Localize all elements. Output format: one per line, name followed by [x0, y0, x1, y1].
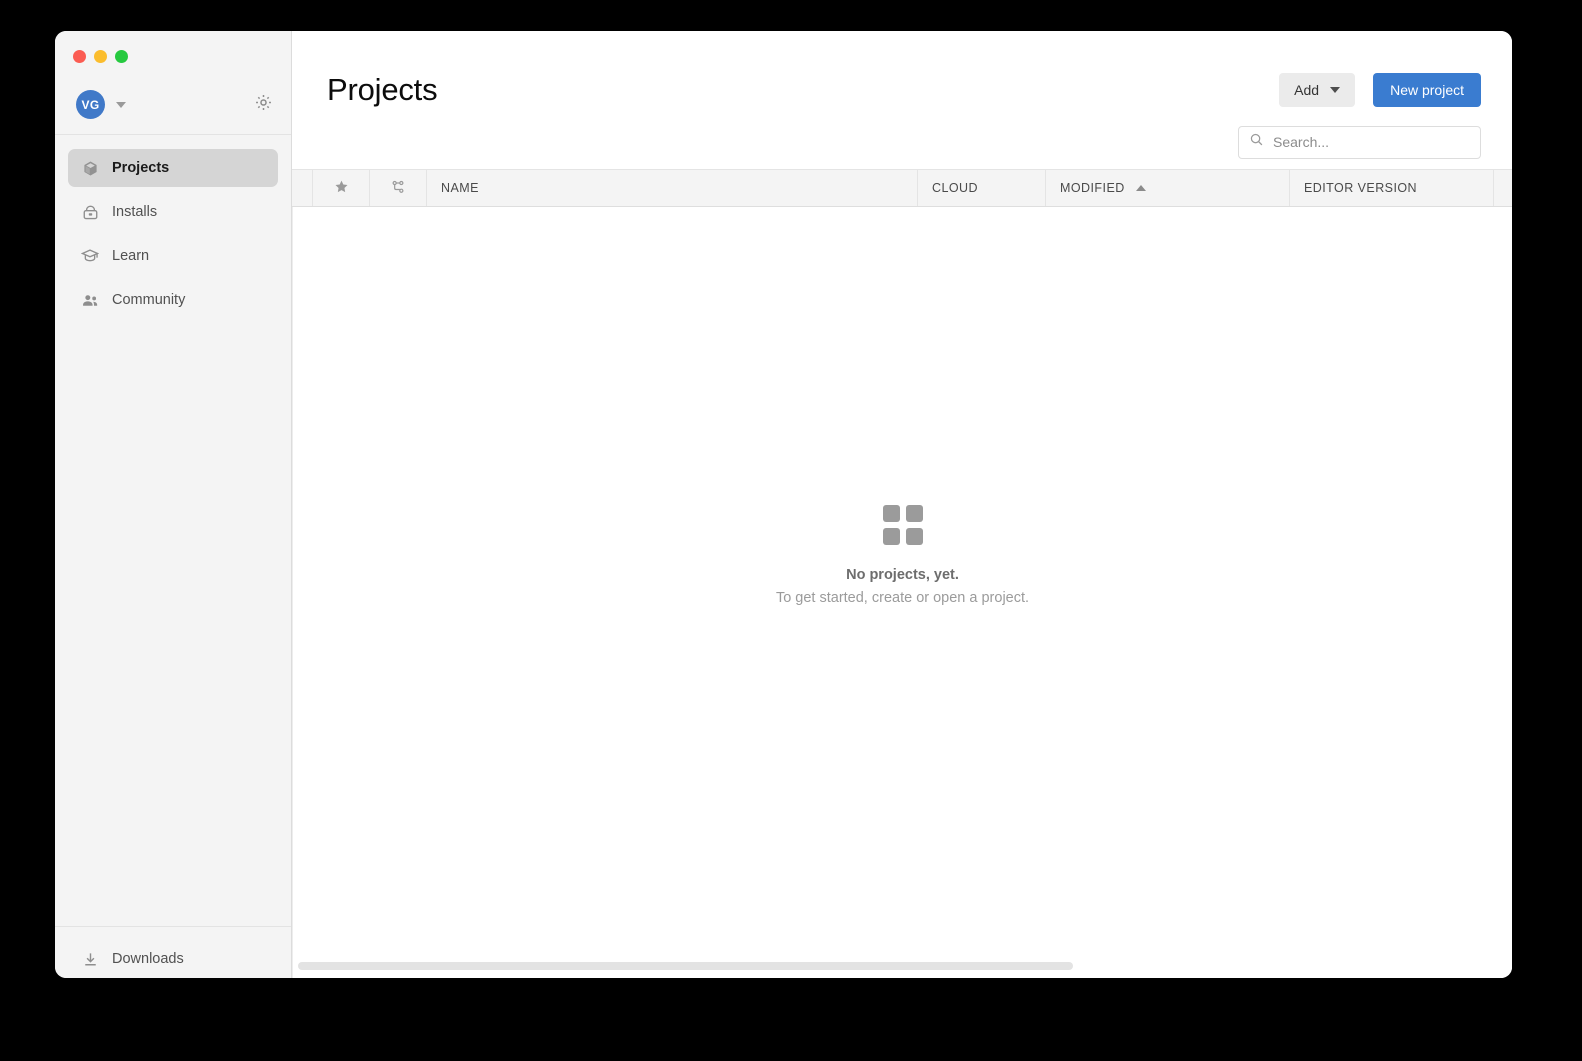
table-header-modified[interactable]: MODIFIED	[1046, 170, 1290, 206]
new-project-button[interactable]: New project	[1373, 72, 1481, 107]
sidebar-item-label: Projects	[112, 160, 170, 176]
star-icon	[334, 179, 349, 197]
sidebar-item-label: Community	[112, 292, 186, 308]
horizontal-scrollbar[interactable]	[298, 962, 1073, 970]
add-button-label: Add	[1294, 81, 1320, 98]
people-icon	[80, 291, 100, 310]
grid-cell	[882, 528, 900, 545]
table-header-modified-label: MODIFIED	[1060, 181, 1125, 195]
sidebar-item-installs[interactable]: Installs	[68, 193, 278, 231]
page-title: Projects	[327, 71, 438, 107]
gear-icon[interactable]	[254, 93, 273, 117]
search-box[interactable]	[1238, 125, 1481, 159]
empty-state: No projects, yet. To get started, create…	[293, 505, 1512, 606]
account-row: VG	[55, 75, 291, 135]
sidebar-nav: Projects Installs Learn Community	[55, 135, 291, 325]
sidebar-item-community[interactable]: Community	[68, 281, 278, 319]
table-header-name[interactable]: NAME	[427, 170, 918, 206]
sidebar-item-label: Learn	[112, 248, 150, 264]
table-header-cloud[interactable]: CLOUD	[918, 170, 1046, 206]
empty-state-subtitle: To get started, create or open a project…	[775, 590, 1030, 606]
projects-table-header: NAME CLOUD MODIFIED EDITOR VERSION	[292, 169, 1512, 207]
cube-icon	[80, 160, 100, 177]
grid-2x2-icon	[882, 505, 923, 545]
branch-icon	[390, 179, 406, 198]
search-row	[292, 115, 1512, 169]
sidebar-item-downloads[interactable]: Downloads	[68, 940, 278, 978]
table-header-gutter	[292, 170, 313, 206]
downloads-section: Downloads	[55, 926, 291, 978]
table-header-editor-version[interactable]: EDITOR VERSION	[1290, 170, 1494, 206]
table-header-version-control[interactable]	[370, 170, 427, 206]
avatar[interactable]: VG	[76, 90, 105, 119]
minimize-window-button[interactable]	[94, 50, 107, 63]
maximize-window-button[interactable]	[115, 50, 128, 63]
table-header-actions	[1494, 170, 1512, 206]
grid-cell	[882, 505, 900, 522]
sidebar-item-projects[interactable]: Projects	[68, 149, 278, 187]
close-window-button[interactable]	[73, 50, 86, 63]
sidebar: VG Projects Installs Learn Community Dow…	[55, 31, 292, 978]
chevron-down-icon	[1330, 86, 1341, 93]
projects-table-body: No projects, yet. To get started, create…	[292, 207, 1512, 978]
graduation-cap-icon	[80, 247, 100, 265]
page-header: Projects Add New project	[292, 31, 1512, 115]
search-input[interactable]	[1273, 134, 1470, 150]
unity-hub-window: VG Projects Installs Learn Community Dow…	[55, 31, 1512, 978]
sidebar-item-label: Installs	[112, 204, 158, 220]
grid-cell	[905, 528, 923, 545]
window-controls	[55, 31, 291, 75]
horizontal-scrollbar-thumb[interactable]	[298, 962, 1073, 970]
chevron-down-icon[interactable]	[116, 101, 126, 108]
empty-state-title: No projects, yet.	[846, 567, 959, 583]
grid-cell	[905, 505, 923, 522]
chevron-up-icon	[1135, 185, 1146, 191]
search-icon	[1249, 132, 1264, 152]
download-icon	[80, 951, 100, 968]
install-icon	[80, 204, 100, 221]
sidebar-item-label: Downloads	[112, 951, 184, 967]
main-content: Projects Add New project Search... NAME …	[292, 31, 1512, 978]
table-header-favorite[interactable]	[313, 170, 370, 206]
sidebar-item-learn[interactable]: Learn	[68, 237, 278, 275]
add-button[interactable]: Add	[1279, 72, 1356, 107]
